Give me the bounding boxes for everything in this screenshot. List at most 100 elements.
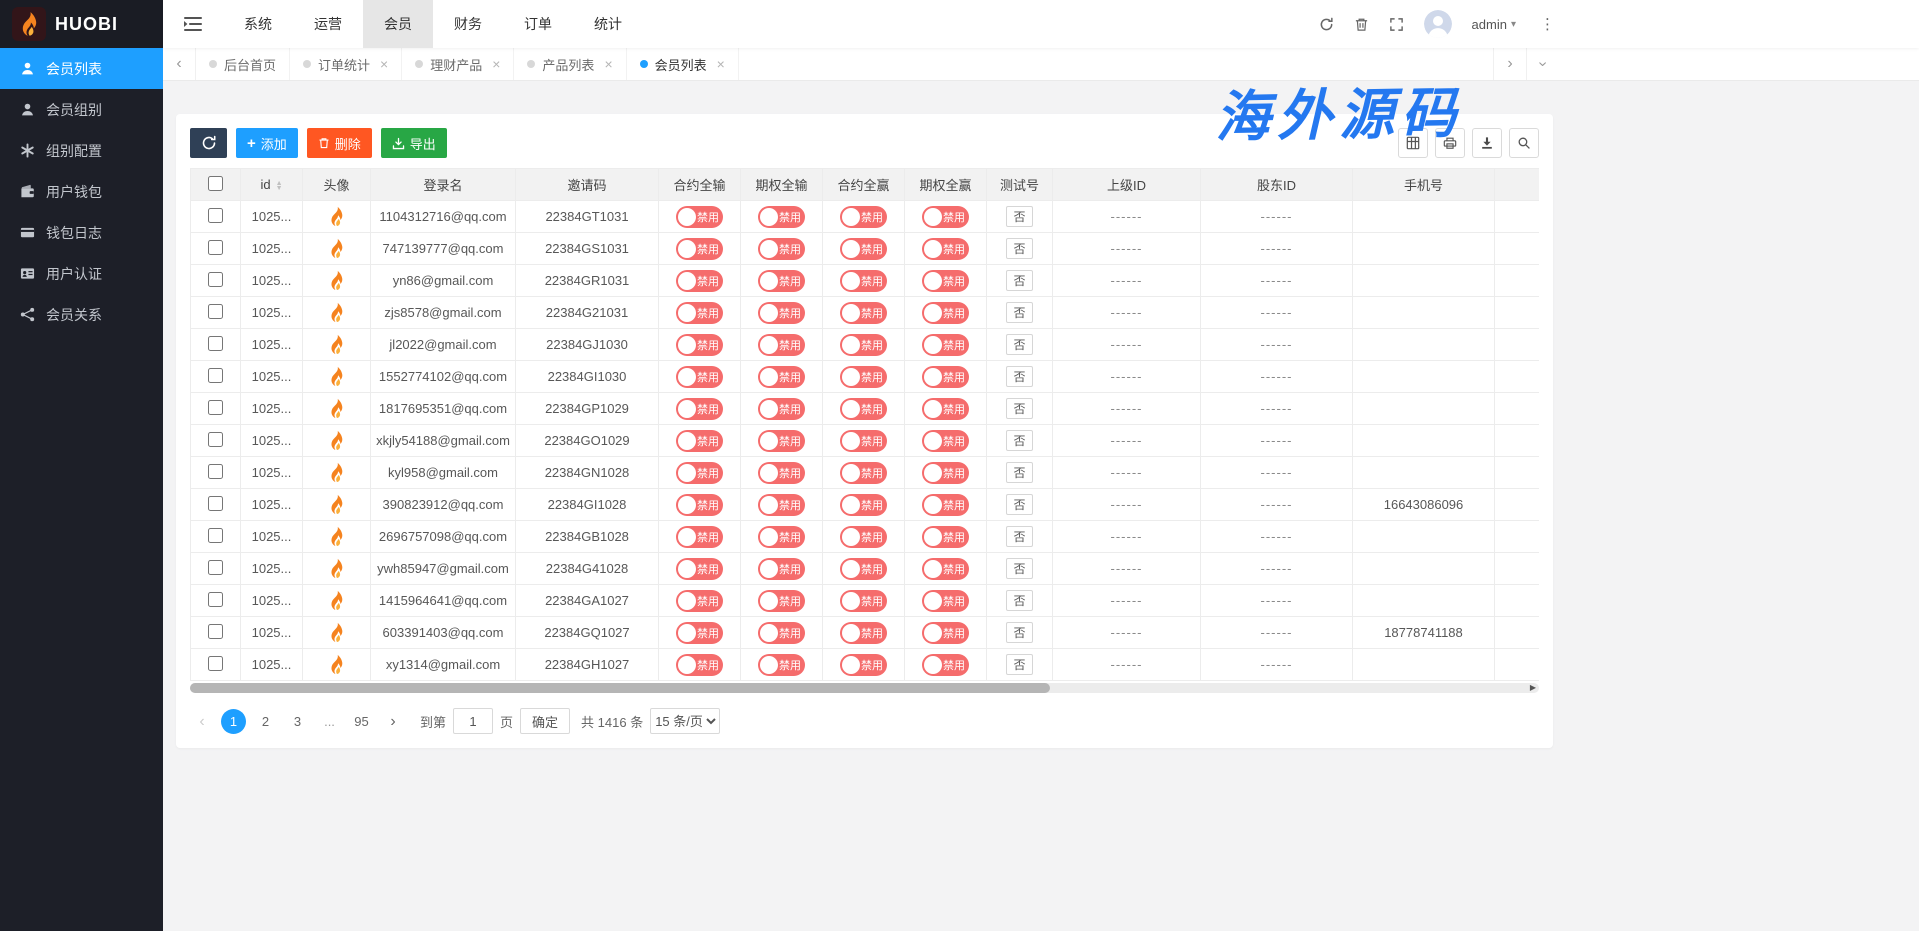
user-avatar[interactable] [1424,10,1452,38]
tab-home[interactable]: 后台首页 [196,48,290,80]
row-checkbox[interactable] [208,560,223,575]
option-lose-toggle[interactable]: 禁用 [758,302,805,324]
contract-lose-toggle[interactable]: 禁用 [676,590,723,612]
contract-win-toggle[interactable]: 禁用 [840,654,887,676]
option-win-toggle[interactable]: 禁用 [922,654,969,676]
contract-lose-toggle[interactable]: 禁用 [676,430,723,452]
contract-lose-toggle[interactable]: 禁用 [676,558,723,580]
contract-win-toggle[interactable]: 禁用 [840,558,887,580]
contract-win-toggle[interactable]: 禁用 [840,526,887,548]
row-checkbox[interactable] [208,208,223,223]
option-lose-toggle[interactable]: 禁用 [758,206,805,228]
option-win-toggle[interactable]: 禁用 [922,526,969,548]
sidebar-item-member-groups[interactable]: 会员组别 [0,89,163,130]
page-number[interactable]: 95 [349,709,374,734]
tab-product-list[interactable]: 产品列表 × [514,48,626,80]
nav-item-system[interactable]: 系统 [223,0,293,48]
contract-win-toggle[interactable]: 禁用 [840,238,887,260]
trash-icon[interactable] [1354,17,1369,32]
nav-item-finance[interactable]: 财务 [433,0,503,48]
option-lose-toggle[interactable]: 禁用 [758,622,805,644]
sidebar-item-member-relations[interactable]: 会员关系 [0,294,163,335]
tabs-scroll-left-icon[interactable]: ‹ [163,48,196,80]
sidebar-item-user-verify[interactable]: 用户认证 [0,253,163,294]
option-win-toggle[interactable]: 禁用 [922,558,969,580]
sidebar-item-member-list[interactable]: 会员列表 [0,48,163,89]
contract-win-toggle[interactable]: 禁用 [840,270,887,292]
row-checkbox[interactable] [208,656,223,671]
tab-close-icon[interactable]: × [717,56,725,72]
option-lose-toggle[interactable]: 禁用 [758,238,805,260]
contract-win-toggle[interactable]: 禁用 [840,334,887,356]
contract-win-toggle[interactable]: 禁用 [840,366,887,388]
refresh-table-button[interactable] [190,128,227,158]
contract-lose-toggle[interactable]: 禁用 [676,302,723,324]
contract-win-toggle[interactable]: 禁用 [840,462,887,484]
more-options-icon[interactable]: ⋮ [1536,15,1559,33]
tab-member-list[interactable]: 会员列表 × [627,48,739,80]
tab-close-icon[interactable]: × [380,56,388,72]
option-win-toggle[interactable]: 禁用 [922,270,969,292]
option-win-toggle[interactable]: 禁用 [922,238,969,260]
row-checkbox[interactable] [208,240,223,255]
option-lose-toggle[interactable]: 禁用 [758,334,805,356]
confirm-button[interactable]: 确定 [520,708,570,734]
page-number[interactable]: 1 [221,709,246,734]
tabs-scroll-right-icon[interactable]: › [1493,48,1526,80]
contract-win-toggle[interactable]: 禁用 [840,622,887,644]
page-number[interactable]: 3 [285,709,310,734]
search-button[interactable] [1509,128,1539,158]
contract-lose-toggle[interactable]: 禁用 [676,238,723,260]
row-checkbox[interactable] [208,464,223,479]
menu-collapse-icon[interactable] [163,0,223,48]
brand-logo[interactable]: HUOBI [0,0,163,48]
user-menu[interactable]: admin▾ [1472,17,1516,32]
contract-lose-toggle[interactable]: 禁用 [676,334,723,356]
option-lose-toggle[interactable]: 禁用 [758,462,805,484]
export-button[interactable]: 导出 [381,128,447,158]
delete-button[interactable]: 删除 [307,128,372,158]
nav-item-member[interactable]: 会员 [363,0,433,48]
add-button[interactable]: + 添加 [236,128,298,158]
contract-win-toggle[interactable]: 禁用 [840,302,887,324]
nav-item-statistics[interactable]: 统计 [573,0,643,48]
column-id[interactable]: id▲▼ [241,169,303,201]
option-win-toggle[interactable]: 禁用 [922,398,969,420]
option-win-toggle[interactable]: 禁用 [922,430,969,452]
option-lose-toggle[interactable]: 禁用 [758,430,805,452]
contract-lose-toggle[interactable]: 禁用 [676,462,723,484]
option-win-toggle[interactable]: 禁用 [922,334,969,356]
tabs-menu-icon[interactable]: › [1526,48,1559,80]
option-lose-toggle[interactable]: 禁用 [758,270,805,292]
row-checkbox[interactable] [208,368,223,383]
contract-lose-toggle[interactable]: 禁用 [676,206,723,228]
scrollbar-right-arrow-icon[interactable]: ▶ [1530,683,1536,693]
option-lose-toggle[interactable]: 禁用 [758,494,805,516]
page-number[interactable]: 2 [253,709,278,734]
contract-lose-toggle[interactable]: 禁用 [676,654,723,676]
next-page-icon[interactable]: › [381,709,405,734]
tab-close-icon[interactable]: × [604,56,612,72]
contract-win-toggle[interactable]: 禁用 [840,590,887,612]
row-checkbox[interactable] [208,496,223,511]
contract-win-toggle[interactable]: 禁用 [840,430,887,452]
option-lose-toggle[interactable]: 禁用 [758,590,805,612]
tab-finance-products[interactable]: 理财产品 × [402,48,514,80]
option-win-toggle[interactable]: 禁用 [922,302,969,324]
contract-lose-toggle[interactable]: 禁用 [676,270,723,292]
contract-lose-toggle[interactable]: 禁用 [676,622,723,644]
option-win-toggle[interactable]: 禁用 [922,622,969,644]
refresh-icon[interactable] [1319,17,1334,32]
contract-win-toggle[interactable]: 禁用 [840,206,887,228]
tab-order-stats[interactable]: 订单统计 × [290,48,402,80]
row-checkbox[interactable] [208,272,223,287]
row-checkbox[interactable] [208,432,223,447]
option-lose-toggle[interactable]: 禁用 [758,526,805,548]
contract-lose-toggle[interactable]: 禁用 [676,494,723,516]
print-button[interactable] [1435,128,1465,158]
columns-toggle-button[interactable] [1398,128,1428,158]
sidebar-item-wallet-log[interactable]: 钱包日志 [0,212,163,253]
sort-icon[interactable]: ▲▼ [276,181,283,191]
row-checkbox[interactable] [208,624,223,639]
option-win-toggle[interactable]: 禁用 [922,462,969,484]
